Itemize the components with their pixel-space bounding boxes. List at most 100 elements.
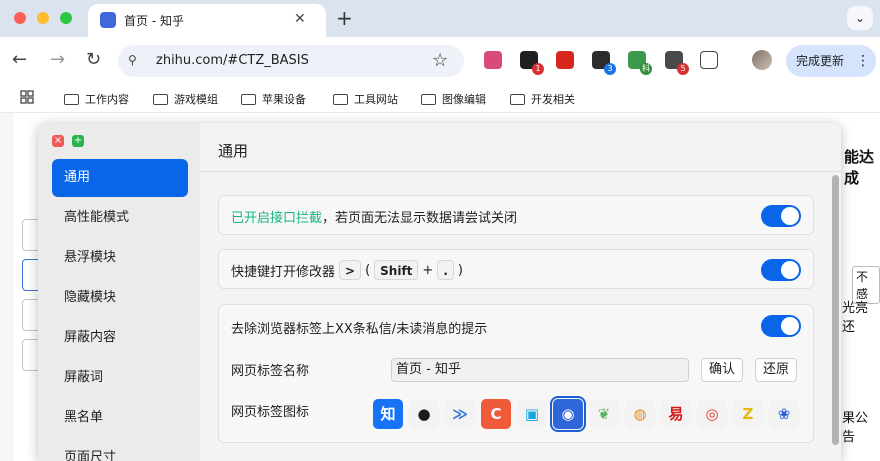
shortcut-label: 快捷键打开修改器 > ( Shift + . ) xyxy=(231,260,463,280)
update-button[interactable]: 完成更新 ⋮ xyxy=(786,45,876,77)
tab-icon-label: 网页标签图标 xyxy=(231,405,310,420)
bookmark-folder[interactable]: 工具网站 xyxy=(333,91,398,107)
chat-extension-icon[interactable]: 1 xyxy=(520,51,544,75)
bookmark-label: 工作内容 xyxy=(85,93,129,106)
bookmark-label: 游戏模组 xyxy=(174,93,218,106)
folder-icon xyxy=(510,93,525,105)
more-menu-icon[interactable]: ⋮ xyxy=(856,45,870,77)
puzzle-icon[interactable] xyxy=(700,51,718,69)
remove-badge-toggle[interactable] xyxy=(761,315,801,337)
folder-icon xyxy=(421,93,436,105)
address-bar[interactable]: ⚲ zhihu.com/#CTZ_BASIS ☆ xyxy=(118,45,464,77)
tab-zhihu[interactable]: 首页 - 知乎 ✕ xyxy=(88,4,326,37)
close-tab-icon[interactable]: ✕ xyxy=(294,11,306,27)
bookmark-folder[interactable]: 工作内容 xyxy=(64,91,129,107)
zoom-window-button[interactable] xyxy=(60,12,72,24)
confirm-button[interactable]: 确认 xyxy=(701,358,744,382)
zhihu-favicon-icon xyxy=(100,12,116,28)
weibo-icon[interactable]: ◎ xyxy=(697,399,727,429)
bookmark-folder[interactable]: 苹果设备 xyxy=(241,91,306,107)
c-logo-icon[interactable]: C xyxy=(481,399,511,429)
reload-button[interactable]: ↻ xyxy=(86,49,101,70)
minimize-window-button[interactable] xyxy=(37,12,49,24)
page-title: 通用 xyxy=(218,142,249,160)
interceptor-status: 已开启接口拦截 xyxy=(231,211,323,226)
key-shift: Shift xyxy=(374,260,419,280)
folder-icon xyxy=(64,93,79,105)
site-info-icon[interactable]: ⚲ xyxy=(128,53,148,69)
extension-badge: 5 xyxy=(677,63,689,75)
tab-strip: 首页 - 知乎 ✕ + ⌄ xyxy=(0,0,880,37)
tab-search-button[interactable]: ⌄ xyxy=(847,6,873,30)
settings-sidebar: × + 通用 高性能模式 悬浮模块 隐藏模块 屏蔽内容 屏蔽词 黑名单 页面尺寸 xyxy=(38,123,200,461)
qq-icon[interactable]: ◍ xyxy=(625,399,655,429)
zhihu-icon[interactable]: 知 xyxy=(373,399,403,429)
sidebar-item[interactable]: 黑名单 xyxy=(52,399,188,437)
baidu-icon[interactable]: ❀ xyxy=(769,399,799,429)
settings-panel: × + 通用 高性能模式 悬浮模块 隐藏模块 屏蔽内容 屏蔽词 黑名单 页面尺寸 通用 已开启… xyxy=(38,123,841,461)
bookmark-star-icon[interactable]: ☆ xyxy=(432,50,448,71)
tampermonkey-icon[interactable]: 5 xyxy=(665,51,689,75)
bookmark-label: 工具网站 xyxy=(354,93,398,106)
restore-button[interactable]: 还原 xyxy=(755,358,798,382)
toggle-knob xyxy=(781,317,799,335)
divider xyxy=(200,171,841,172)
new-tab-button[interactable]: + xyxy=(336,6,353,30)
tab-name-input[interactable]: 首页 - 知乎 xyxy=(391,358,689,382)
sidebar-item[interactable]: 高性能模式 xyxy=(52,199,188,237)
github-extension-icon[interactable]: 3 xyxy=(592,51,616,75)
sidebar-item[interactable]: 屏蔽词 xyxy=(52,359,188,397)
profile-avatar[interactable] xyxy=(752,50,772,70)
background-text: 光亮还 xyxy=(842,301,869,335)
paren-open: ( xyxy=(365,262,371,278)
apps-grid-icon[interactable] xyxy=(20,90,34,104)
sidebar-item[interactable]: 隐藏模块 xyxy=(52,279,188,317)
bookmark-folder[interactable]: 图像编辑 xyxy=(421,91,486,107)
netease-icon[interactable]: 易 xyxy=(661,399,691,429)
shortcut-toggle[interactable] xyxy=(761,259,801,281)
paren-close: ) xyxy=(457,262,463,278)
back-button[interactable]: ← xyxy=(12,49,27,70)
extension-badge: 1 xyxy=(532,63,544,75)
sidebar-item[interactable]: 通用 xyxy=(52,159,188,197)
extension-badge: 3 xyxy=(604,63,616,75)
bookmark-label: 开发相关 xyxy=(531,93,575,106)
translate-icon[interactable] xyxy=(484,51,502,69)
plus-sign: + xyxy=(422,262,434,278)
folder-icon xyxy=(333,93,348,105)
scrollbar[interactable] xyxy=(832,175,839,445)
settings-content: 通用 已开启接口拦截，若页面无法显示数据请尝试关闭 快捷键打开修改器 > ( S… xyxy=(200,123,841,461)
monster-icon[interactable]: ◉ xyxy=(550,396,586,432)
github-icon[interactable]: ● xyxy=(409,399,439,429)
forward-button[interactable]: → xyxy=(50,49,65,70)
bookmark-folder[interactable]: 游戏模组 xyxy=(153,91,218,107)
interceptor-toggle[interactable] xyxy=(761,205,801,227)
tab-name-label: 网页标签名称 xyxy=(231,364,310,379)
background-heading: 能达成 xyxy=(844,148,875,187)
interceptor-label: 已开启接口拦截，若页面无法显示数据请尝试关闭 xyxy=(231,207,517,226)
sidebar-item[interactable]: 悬浮模块 xyxy=(52,239,188,277)
chevron-logo-icon[interactable]: ≫ xyxy=(445,399,475,429)
ublock-icon[interactable] xyxy=(556,51,574,69)
toggle-knob xyxy=(781,261,799,279)
tab-title: 首页 - 知乎 xyxy=(124,14,184,28)
add-panel-button[interactable]: + xyxy=(72,135,84,147)
key-period: . xyxy=(437,260,454,280)
sidebar-item[interactable]: 屏蔽内容 xyxy=(52,319,188,357)
bookmark-label: 图像编辑 xyxy=(442,93,486,106)
folder-icon xyxy=(153,93,168,105)
shortcut-prefix: 快捷键打开修改器 xyxy=(231,264,336,280)
interceptor-row: 已开启接口拦截，若页面无法显示数据请尝试关闭 xyxy=(218,195,814,235)
url-text[interactable]: zhihu.com/#CTZ_BASIS xyxy=(156,53,309,68)
dev-extension-icon[interactable]: 科 xyxy=(628,51,652,75)
close-panel-button[interactable]: × xyxy=(52,135,64,147)
leaf-icon[interactable]: ❦ xyxy=(589,399,619,429)
bookmark-label: 苹果设备 xyxy=(262,93,306,106)
close-window-button[interactable] xyxy=(14,12,26,24)
sidebar-item[interactable]: 页面尺寸 xyxy=(52,439,188,461)
update-button-label: 完成更新 xyxy=(796,54,845,68)
z-logo-icon[interactable]: Z xyxy=(733,399,763,429)
bookmark-folder[interactable]: 开发相关 xyxy=(510,91,575,107)
bilibili-icon[interactable]: ▣ xyxy=(517,399,547,429)
key-greater: > xyxy=(339,260,362,280)
